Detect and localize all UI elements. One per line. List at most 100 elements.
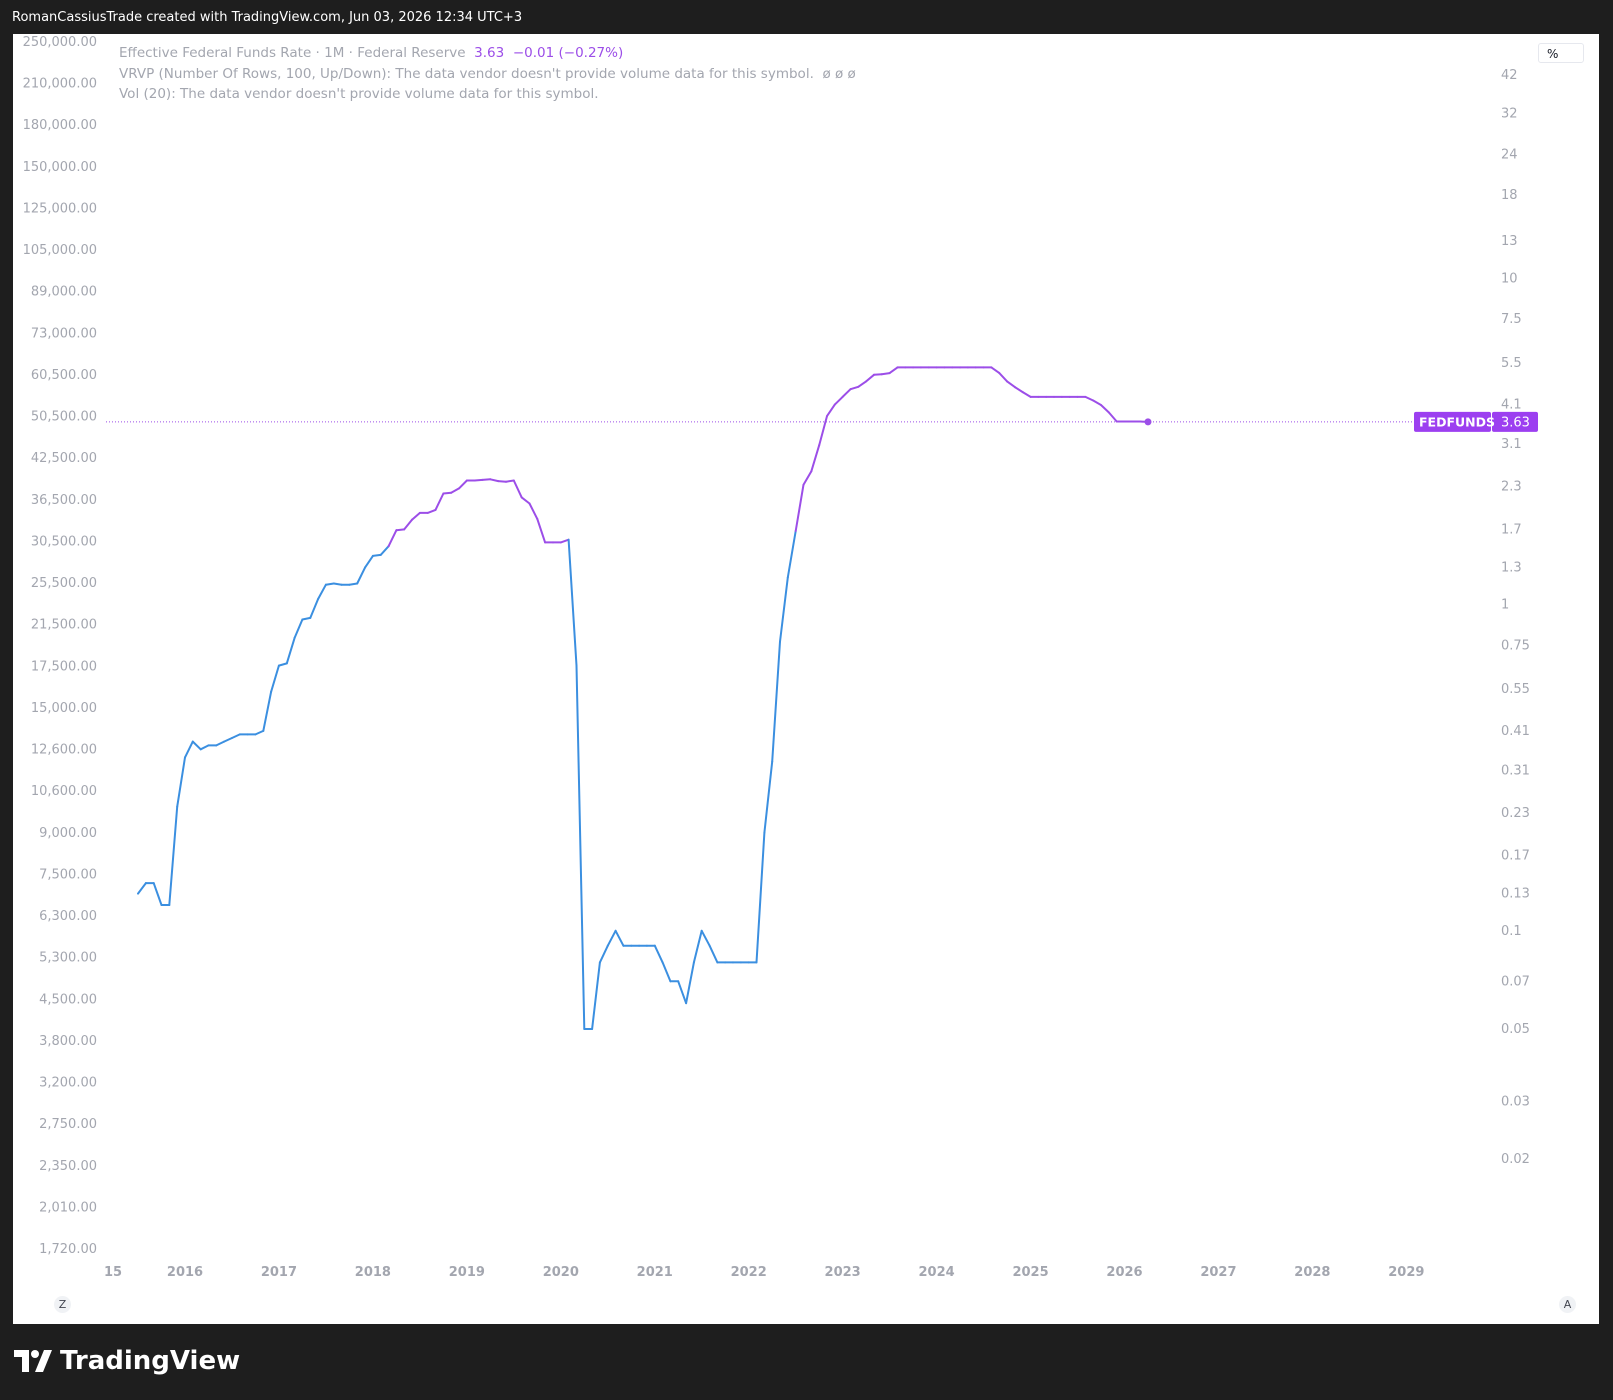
right-axis-label: 1.3 bbox=[1501, 560, 1522, 575]
series-segment bbox=[1092, 399, 1102, 406]
x-axis-label: 2027 bbox=[1200, 1265, 1236, 1280]
right-percent-axis[interactable]: 42 32 24 18 13 10 7.5 5.5 4.1 3.1 2.3 1.7 1.3 1 0.75 0.… bbox=[1501, 68, 1530, 1167]
left-axis-label: 3,200.00 bbox=[39, 1076, 97, 1091]
series-segment bbox=[489, 478, 500, 483]
right-axis-label: 0.23 bbox=[1501, 806, 1530, 821]
series-segment bbox=[426, 508, 437, 514]
right-axis-label: 13 bbox=[1501, 234, 1518, 249]
left-axis-label: 2,750.00 bbox=[39, 1117, 97, 1132]
series-segment bbox=[598, 944, 609, 964]
legend-change: −0.01 (−0.27%) bbox=[512, 45, 624, 61]
x-axis-label: 2016 bbox=[167, 1265, 203, 1280]
x-axis-label: 15 bbox=[104, 1265, 122, 1280]
series-segment bbox=[505, 479, 515, 483]
series-segment bbox=[794, 483, 805, 532]
series-segment bbox=[559, 538, 570, 544]
price-tag-fedfunds: FEDFUNDS 3.63 bbox=[1414, 411, 1538, 432]
right-axis-label: 7.5 bbox=[1501, 312, 1522, 327]
series-segment bbox=[262, 690, 273, 732]
left-axis-label: 3,800.00 bbox=[39, 1034, 97, 1049]
series-segment bbox=[1013, 386, 1024, 394]
series-segment bbox=[818, 415, 828, 447]
series-segment bbox=[779, 576, 789, 643]
series-segment bbox=[411, 511, 421, 521]
left-axis-label: 21,500.00 bbox=[31, 618, 97, 633]
series-segment bbox=[841, 388, 852, 398]
zoom-reset-button[interactable]: Z bbox=[54, 1296, 71, 1313]
brand-name: TradingView bbox=[60, 1346, 241, 1376]
x-axis-label: 2019 bbox=[449, 1265, 485, 1280]
left-axis-label: 5,300.00 bbox=[39, 951, 97, 966]
series-segment bbox=[849, 385, 860, 391]
right-axis-label: 18 bbox=[1501, 188, 1518, 203]
series-segment bbox=[301, 616, 312, 621]
series-segment bbox=[833, 395, 844, 406]
left-axis-label: 17,500.00 bbox=[31, 659, 97, 674]
left-axis-label: 30,500.00 bbox=[31, 534, 97, 549]
series-segment bbox=[199, 744, 210, 751]
left-axis-label: 36,500.00 bbox=[31, 493, 97, 508]
chart-legend: Effective Federal Funds Rate · 1M · Fede… bbox=[119, 43, 856, 105]
series-segment bbox=[1006, 380, 1016, 389]
right-axis-label: 0.02 bbox=[1501, 1152, 1530, 1167]
tradingview-logo-icon bbox=[14, 1350, 52, 1372]
left-axis-label: 42,500.00 bbox=[31, 451, 97, 466]
series-segment bbox=[1084, 395, 1095, 402]
right-axis-label: 0.03 bbox=[1501, 1094, 1530, 1109]
left-axis-label: 12,600.00 bbox=[31, 743, 97, 758]
series-segment bbox=[176, 756, 186, 808]
series-line-fedfunds[interactable] bbox=[137, 366, 1149, 1030]
right-axis-label: 24 bbox=[1501, 147, 1518, 162]
left-axis-label: 4,500.00 bbox=[39, 992, 97, 1007]
x-axis-label: 2023 bbox=[825, 1265, 861, 1280]
right-axis-label: 3.1 bbox=[1501, 437, 1522, 452]
series-segment bbox=[137, 882, 147, 895]
series-segment bbox=[277, 662, 288, 667]
legend-main-row[interactable]: Effective Federal Funds Rate · 1M · Fede… bbox=[119, 43, 856, 64]
legend-vrvp-row[interactable]: VRVP (Number Of Rows, 100, Up/Down): The… bbox=[119, 64, 856, 85]
series-segment bbox=[677, 980, 688, 1005]
series-segment bbox=[348, 582, 359, 586]
left-axis-label: 89,000.00 bbox=[31, 285, 97, 300]
x-axis-label: 2028 bbox=[1294, 1265, 1330, 1280]
series-segment bbox=[231, 733, 241, 739]
x-axis-label: 2024 bbox=[919, 1265, 955, 1280]
left-price-axis[interactable]: 250,000.00 210,000.00 180,000.00 150,000.00… bbox=[23, 35, 97, 1257]
left-axis-label: 15,000.00 bbox=[31, 701, 97, 716]
series-segment bbox=[309, 598, 320, 619]
series-segment bbox=[254, 729, 265, 736]
auto-scale-button[interactable]: A bbox=[1559, 1296, 1576, 1313]
series-segment bbox=[520, 496, 531, 505]
left-axis-label: 150,000.00 bbox=[23, 160, 97, 175]
series-segment bbox=[998, 371, 1009, 383]
right-axis-label: 32 bbox=[1501, 106, 1518, 121]
attribution-text: RomanCassiusTrade created with TradingVi… bbox=[12, 10, 523, 25]
percent-scale-button[interactable]: % bbox=[1538, 43, 1584, 63]
series-segment bbox=[270, 664, 280, 693]
series-segment bbox=[536, 517, 547, 544]
right-axis-label: 0.07 bbox=[1501, 974, 1530, 989]
left-axis-label: 180,000.00 bbox=[23, 118, 97, 133]
series-segment bbox=[990, 366, 1001, 374]
right-axis-label: 0.17 bbox=[1501, 849, 1530, 864]
right-axis-label: 0.13 bbox=[1501, 887, 1530, 902]
price-tag-symbol: FEDFUNDS bbox=[1419, 414, 1495, 429]
series-segment bbox=[661, 961, 672, 983]
right-axis-label: 0.55 bbox=[1501, 682, 1530, 697]
legend-vol-row[interactable]: Vol (20): The data vendor doesn't provid… bbox=[119, 84, 856, 105]
series-segment bbox=[685, 961, 695, 1005]
price-tag-value: 3.63 bbox=[1501, 415, 1530, 430]
x-axis-label: 2029 bbox=[1388, 1265, 1424, 1280]
right-axis-label: 0.41 bbox=[1501, 724, 1530, 739]
series-segment bbox=[371, 553, 382, 557]
series-segment bbox=[379, 545, 390, 556]
series-segment bbox=[1100, 404, 1110, 414]
left-axis-label: 2,010.00 bbox=[39, 1200, 97, 1215]
chart-panel[interactable]: 250,000.00 210,000.00 180,000.00 150,000.00… bbox=[13, 34, 1599, 1324]
left-axis-label: 25,500.00 bbox=[31, 576, 97, 591]
series-segment bbox=[184, 740, 194, 759]
series-segment bbox=[857, 380, 868, 388]
chart-svg[interactable]: 250,000.00 210,000.00 180,000.00 150,000.00… bbox=[13, 34, 1599, 1324]
time-axis[interactable]: 15 2016 2017 2018 2019 2020 2021 2022 2023 2024 20… bbox=[104, 1265, 1424, 1280]
tradingview-brand[interactable]: TradingView bbox=[14, 1346, 240, 1376]
